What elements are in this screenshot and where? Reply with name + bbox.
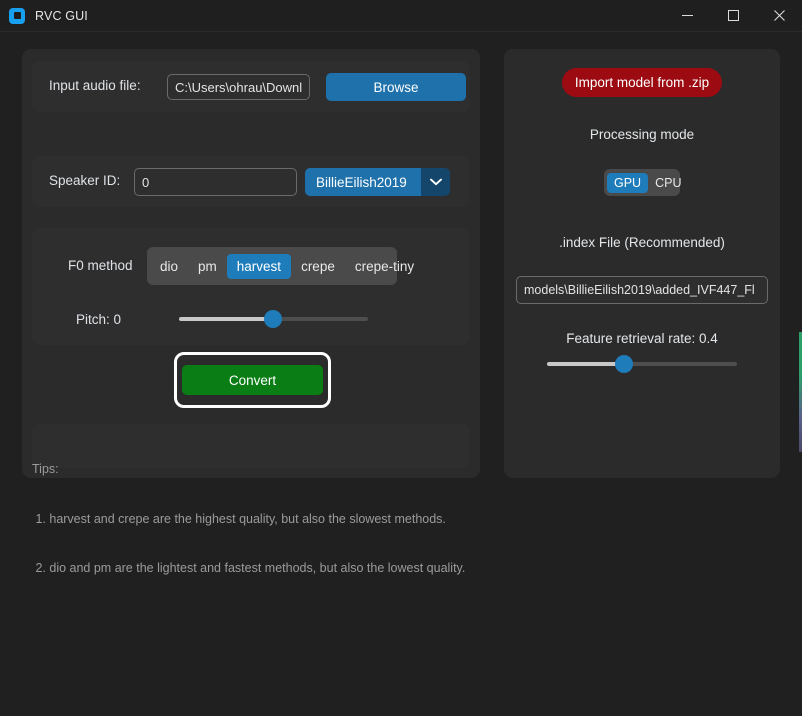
pitch-slider-fill: [179, 317, 274, 321]
input-file-label: Input audio file:: [49, 78, 141, 93]
speaker-id-field[interactable]: 0: [134, 168, 297, 196]
conversion-panel: Input audio file: C:\Users\ohrau\Downl B…: [22, 49, 480, 575]
close-button[interactable]: [756, 0, 802, 31]
convert-button[interactable]: Convert: [182, 365, 323, 395]
processing-mode-gpu[interactable]: GPU: [607, 172, 649, 193]
processing-mode-label: Processing mode: [589, 127, 695, 142]
f0-option-crepe-tiny[interactable]: crepe-tiny: [345, 254, 424, 279]
processing-mode-selector[interactable]: GPU CPU: [604, 169, 682, 196]
f0-method-label: F0 method: [68, 258, 133, 273]
tips-line-2: 2. dio and pm are the lightest and faste…: [32, 561, 466, 575]
speaker-id-label: Speaker ID:: [49, 173, 121, 188]
chevron-down-icon: [421, 168, 450, 196]
feature-rate-slider-fill: [547, 362, 623, 366]
minimize-button[interactable]: [664, 0, 710, 31]
tips-line-1: 1. harvest and crepe are the highest qua…: [32, 511, 446, 526]
model-select[interactable]: BillieEilish2019: [305, 168, 450, 196]
f0-option-harvest[interactable]: harvest: [226, 253, 292, 279]
browse-button[interactable]: Browse: [326, 73, 466, 101]
convert-focus-ring: Convert: [174, 352, 331, 408]
model-panel: Import model from .zip Processing mode G…: [504, 49, 780, 478]
window-title: RVC GUI: [35, 8, 88, 23]
f0-option-pm[interactable]: pm: [188, 254, 227, 279]
feature-rate-slider[interactable]: [547, 355, 737, 373]
model-select-value: BillieEilish2019: [305, 168, 421, 196]
speaker-card: Speaker ID: 0 BillieEilish2019: [32, 156, 470, 207]
input-file-card: Input audio file: C:\Users\ohrau\Downl B…: [32, 61, 470, 112]
feature-rate-label: Feature retrieval rate: 0.4: [566, 331, 718, 346]
processing-mode-cpu[interactable]: CPU: [648, 173, 688, 193]
pitch-slider-knob[interactable]: [264, 310, 283, 328]
pitch-label: Pitch: 0: [76, 312, 122, 327]
maximize-button[interactable]: [710, 0, 756, 31]
window-content: Input audio file: C:\Users\ohrau\Downl B…: [0, 32, 802, 716]
feature-rate-slider-knob[interactable]: [615, 355, 634, 373]
pitch-slider-track: [273, 317, 368, 321]
input-file-field[interactable]: C:\Users\ohrau\Downl: [167, 74, 310, 100]
app-logo-icon: [9, 7, 25, 24]
feature-rate-slider-track: [623, 362, 737, 366]
app-window: RVC GUI Input audio file: C:\Users\ohrau…: [0, 0, 802, 716]
tips-text: Tips: 1. harvest and crepe are the highe…: [32, 428, 472, 610]
f0-option-crepe[interactable]: crepe: [291, 254, 345, 279]
index-file-field[interactable]: models\BillieEilish2019\added_IVF447_Fl: [516, 276, 768, 304]
pitch-slider[interactable]: [179, 310, 368, 328]
f0-pitch-card: F0 method dio pm harvest crepe crepe-tin…: [32, 228, 470, 345]
f0-option-dio[interactable]: dio: [150, 254, 188, 279]
title-bar: RVC GUI: [0, 0, 802, 32]
f0-method-selector[interactable]: dio pm harvest crepe crepe-tiny: [147, 247, 414, 285]
import-model-button[interactable]: Import model from .zip: [562, 68, 722, 97]
index-file-label: .index File (Recommended): [559, 235, 725, 250]
tips-heading: Tips:: [32, 462, 59, 476]
